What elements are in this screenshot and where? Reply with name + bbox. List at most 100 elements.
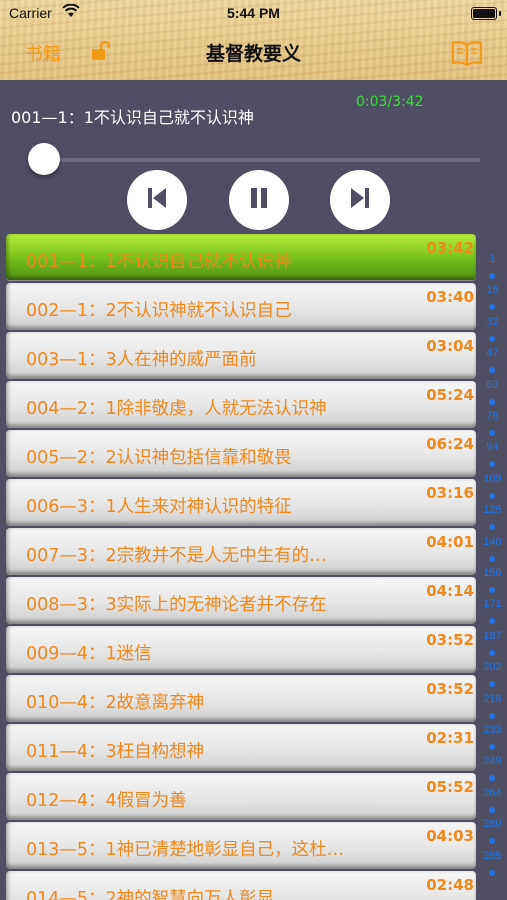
battery-icon [471,7,501,20]
track-name: 014—5：2神的智慧向万人彰显 [26,889,275,900]
index-entry[interactable]: 94 [478,441,507,453]
index-dot [489,869,495,876]
track-list[interactable]: 001—1：1不认识自己就不认识神 03:42 002—1：2不认识神就不认识自己 0… [6,234,476,900]
index-entry[interactable]: 187 [478,630,507,642]
track-name: 005—2：2认识神包括信靠和敬畏 [26,448,292,468]
skip-previous-icon [144,185,170,215]
index-dot [489,649,495,656]
index-entry[interactable]: 156 [478,567,507,579]
index-dot [489,273,495,279]
track-row[interactable]: 012—4：4假冒为善 05:52 [6,773,476,819]
track-duration: 06:24 [426,435,474,453]
track-name: 004—2：1除非敬虔，人就无法认识神 [26,399,327,419]
index-entry[interactable]: 264 [478,787,507,799]
index-entry[interactable]: 295 [478,850,507,862]
track-row[interactable]: 003—1：3人在神的威严面前 03:04 [6,332,476,378]
track-name: 003—1：3人在神的威严面前 [26,350,257,370]
track-name: 007—3：2宗教并不是人无中生有的… [26,546,327,566]
progress-slider[interactable] [28,143,480,175]
clock: 5:44 PM [227,5,280,21]
track-row[interactable]: 002—1：2不认识神就不认识自己 03:40 [6,283,476,329]
index-entry[interactable]: 47 [478,347,507,359]
index-entry[interactable]: 218 [478,693,507,705]
track-row[interactable]: 013—5：1神已清楚地彰显自己，这杜… 04:03 [6,822,476,868]
top-bar: Carrier 5:44 PM 书籍 基督教要义 [0,0,507,80]
track-duration: 02:31 [426,729,474,747]
index-dot [489,775,495,782]
index-dot [489,806,495,813]
index-dot [489,335,495,342]
track-duration: 05:52 [426,778,474,796]
index-dot [489,712,495,719]
index-dot [489,744,495,750]
track-name: 013—5：1神已清楚地彰显自己，这杜… [26,840,345,860]
track-duration: 03:16 [426,484,474,502]
index-entry[interactable]: 249 [478,755,507,767]
track-duration: 04:14 [426,582,474,600]
index-dot [489,367,495,374]
track-row[interactable]: 004—2：1除非敬虔，人就无法认识神 05:24 [6,381,476,427]
track-name: 011—4：3枉自构想神 [26,742,205,762]
index-dot [489,555,495,562]
skip-next-icon [347,185,373,215]
index-entry[interactable]: 233 [478,724,507,736]
track-row[interactable]: 005—2：2认识神包括信靠和敬畏 06:24 [6,430,476,476]
page-title: 基督教要义 [205,43,301,65]
index-dot [489,430,495,436]
slider-knob[interactable] [28,143,61,175]
index-dot [489,461,495,468]
track-duration: 03:04 [426,337,474,355]
track-duration: 03:40 [426,288,474,306]
index-dot [489,304,495,311]
navigation-bar: 书籍 基督教要义 [0,28,507,80]
track-name: 002—1：2不认识神就不认识自己 [26,301,292,321]
track-name: 010—4：2故意离弃神 [26,693,205,713]
index-dot [489,838,495,845]
pause-icon [246,185,272,215]
index-entry[interactable]: 78 [478,410,507,422]
index-dot [489,398,495,405]
track-row[interactable]: 011—4：3枉自构想神 02:31 [6,724,476,770]
track-row[interactable]: 001—1：1不认识自己就不认识神 03:42 [6,234,476,280]
track-row[interactable]: 014—5：2神的智慧向万人彰显 02:48 [6,871,476,900]
section-index-bar[interactable]: 1 16 32 47 63 78 94 109 125 140 156 171 187 202 218 233… [478,234,507,900]
track-name: 006—3：1人生来对神认识的特征 [26,497,292,517]
index-entry[interactable]: 63 [478,379,507,391]
track-duration: 02:48 [426,876,474,894]
previous-button[interactable] [127,170,187,230]
pause-button[interactable] [229,170,289,230]
track-name: 012—4：4假冒为善 [26,791,187,811]
index-dot [489,524,495,531]
index-entry[interactable]: 171 [478,598,507,610]
index-dot [489,618,495,625]
track-row[interactable]: 009—4：1迷信 03:52 [6,626,476,672]
track-duration: 03:52 [426,631,474,649]
status-bar: Carrier 5:44 PM [0,0,507,28]
playback-timer: 0:03/3:42 [356,94,424,110]
track-duration: 04:03 [426,827,474,845]
track-row[interactable]: 010—4：2故意离弃神 03:52 [6,675,476,721]
index-dot [489,492,495,499]
track-duration: 05:24 [426,386,474,404]
track-row[interactable]: 006—3：1人生来对神认识的特征 03:16 [6,479,476,525]
index-entry[interactable]: 16 [478,284,507,296]
player-panel: 001—1：1不认识自己就不认识神 0:03/3:42 [0,80,507,234]
track-row[interactable]: 007—3：2宗教并不是人无中生有的… 04:01 [6,528,476,574]
index-entry[interactable]: 32 [478,316,507,328]
track-name: 008—3：3实际上的无神论者并不存在 [26,595,327,615]
track-row[interactable]: 008—3：3实际上的无神论者并不存在 04:14 [6,577,476,623]
now-playing-title: 001—1：1不认识自己就不认识神 [11,108,254,127]
track-name: 009—4：1迷信 [26,644,152,664]
index-entry[interactable]: 125 [478,504,507,516]
index-entry[interactable]: 109 [478,473,507,485]
index-entry[interactable]: 202 [478,661,507,673]
index-entry[interactable]: 1 [478,253,507,265]
track-duration: 03:42 [426,239,474,257]
track-duration: 03:52 [426,680,474,698]
index-dot [489,681,495,688]
index-entry[interactable]: 140 [478,536,507,548]
track-duration: 04:01 [426,533,474,551]
next-button[interactable] [330,170,390,230]
book-open-icon[interactable] [451,40,483,70]
index-entry[interactable]: 280 [478,818,507,830]
